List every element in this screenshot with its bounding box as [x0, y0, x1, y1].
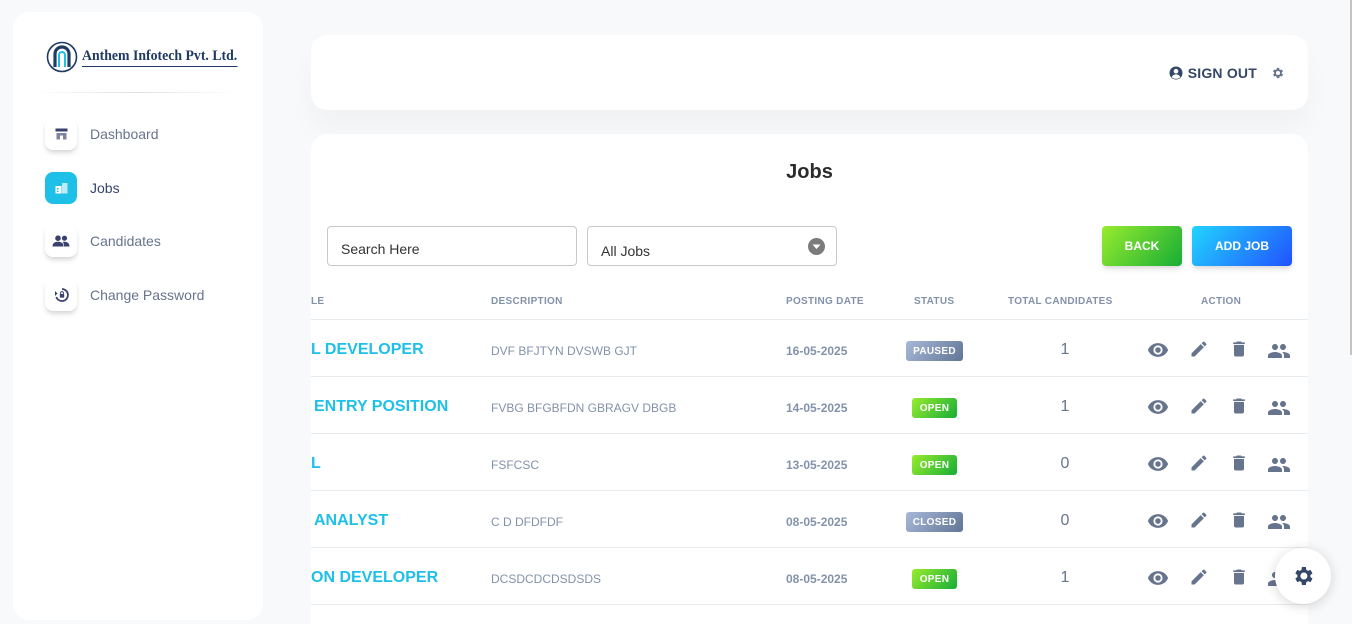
table-body: L DEVELOPER DVF BFJTYN DVSWB GJT 16-05-202… [311, 320, 1308, 605]
status-badge: PAUSED [906, 341, 963, 361]
candidates-icon[interactable] [1267, 396, 1291, 425]
table-header: LE DESCRIPTION POSTING DATE STATUS TOTAL… [311, 284, 1308, 320]
brand-logo[interactable]: Anthem Infotech Pvt. Ltd. [46, 37, 251, 77]
sidebar-nav: Dashboard Jobs Candidates Change Passwor… [45, 118, 245, 332]
row-actions [1147, 510, 1297, 532]
posting-date: 16-05-2025 [786, 344, 848, 358]
delete-icon[interactable] [1229, 453, 1249, 478]
candidates-icon[interactable] [1267, 453, 1291, 482]
posting-date: 08-05-2025 [786, 572, 848, 586]
edit-icon[interactable] [1189, 396, 1209, 421]
job-title-link[interactable]: ON DEVELOPER [311, 569, 438, 587]
job-title-link[interactable]: ANALYST [314, 512, 388, 530]
gear-icon[interactable] [1271, 66, 1285, 85]
page-title: Jobs [786, 161, 833, 183]
job-description: DVF BFJTYN DVSWB GJT [491, 344, 638, 358]
status-badge: OPEN [912, 455, 957, 475]
people-icon [45, 225, 77, 257]
sign-out-label: SIGN OUT [1187, 65, 1257, 81]
brand-name: Anthem Infotech Pvt. Ltd. [82, 48, 238, 67]
sidebar-item-candidates[interactable]: Candidates [45, 225, 245, 257]
candidate-count: 0 [1060, 455, 1070, 472]
sidebar-item-label: Dashboard [90, 126, 159, 142]
candidates-icon[interactable] [1267, 339, 1291, 368]
lock-reset-icon [45, 278, 77, 311]
candidate-count: 1 [1060, 341, 1070, 358]
job-filter-value: All Jobs [601, 243, 651, 259]
back-button[interactable]: BACK [1102, 226, 1182, 266]
settings-fab-button[interactable] [1275, 548, 1331, 604]
view-icon[interactable] [1147, 453, 1169, 480]
delete-icon[interactable] [1229, 396, 1249, 421]
job-description: FVBG BFGBFDN GBRAGV DBGB [491, 401, 677, 415]
office-icon [45, 171, 77, 204]
gear-icon [1295, 567, 1313, 585]
sidebar-item-dashboard[interactable]: Dashboard [45, 118, 245, 150]
jobs-card: Jobs All Jobs BACK ADD JOB LE DESCRIPTIO… [311, 134, 1308, 624]
jobs-table: LE DESCRIPTION POSTING DATE STATUS TOTAL… [311, 284, 1308, 605]
candidate-count: 1 [1060, 398, 1070, 415]
status-badge: OPEN [912, 398, 957, 418]
sidebar-divider [33, 92, 239, 93]
sidebar-item-jobs[interactable]: Jobs [45, 171, 245, 204]
edit-icon[interactable] [1189, 453, 1209, 478]
col-action-header: ACTION [1201, 296, 1242, 307]
top-navbar: SIGN OUT [311, 35, 1308, 110]
col-status-header: STATUS [914, 296, 955, 307]
view-icon[interactable] [1147, 396, 1169, 423]
sidebar-item-label: Jobs [90, 179, 120, 196]
delete-icon[interactable] [1229, 510, 1249, 535]
sidebar-item-label: Candidates [90, 233, 161, 249]
status-badge: OPEN [912, 569, 957, 589]
job-description: DCSDCDCDSDSDS [491, 572, 602, 586]
shop-icon [45, 118, 77, 150]
user-circle-icon [1169, 66, 1183, 80]
job-title-link[interactable]: ENTRY POSITION [314, 398, 448, 416]
job-description: FSFCSC [491, 458, 539, 472]
candidates-icon[interactable] [1267, 510, 1291, 539]
col-total-candidates-header: TOTAL CANDIDATES [1008, 296, 1113, 307]
table-row: ANALYST C D DFDFDF 08-05-2025 CLOSED 0 [311, 491, 1308, 548]
posting-date: 13-05-2025 [786, 458, 848, 472]
edit-icon[interactable] [1189, 567, 1209, 592]
edit-icon[interactable] [1189, 510, 1209, 535]
row-actions [1147, 339, 1297, 361]
col-description-header: DESCRIPTION [491, 296, 563, 307]
row-actions [1147, 453, 1297, 475]
table-row: L DEVELOPER DVF BFJTYN DVSWB GJT 16-05-202… [311, 320, 1308, 377]
sidebar-item-label: Change Password [90, 286, 205, 303]
job-title-link[interactable]: L DEVELOPER [311, 341, 424, 359]
view-icon[interactable] [1147, 510, 1169, 537]
table-row: ENTRY POSITION FVBG BFGBFDN GBRAGV DBGB 14… [311, 377, 1308, 434]
view-icon[interactable] [1147, 567, 1169, 594]
candidate-count: 1 [1060, 569, 1070, 586]
sidebar: Anthem Infotech Pvt. Ltd. Dashboard Jobs… [13, 12, 263, 620]
add-job-button[interactable]: ADD JOB [1192, 226, 1292, 266]
chevron-down-icon [808, 238, 825, 255]
company-logo-icon [46, 41, 78, 73]
candidate-count: 0 [1060, 512, 1070, 529]
status-badge: CLOSED [906, 512, 963, 532]
job-description: C D DFDFDF [491, 515, 563, 529]
table-row: L FSFCSC 13-05-2025 OPEN 0 [311, 434, 1308, 491]
delete-icon[interactable] [1229, 339, 1249, 364]
sign-out-button[interactable]: SIGN OUT [1169, 65, 1257, 81]
col-posting-date-header: POSTING DATE [786, 296, 864, 307]
edit-icon[interactable] [1189, 339, 1209, 364]
posting-date: 08-05-2025 [786, 515, 848, 529]
sidebar-item-change-password[interactable]: Change Password [45, 278, 245, 311]
posting-date: 14-05-2025 [786, 401, 848, 415]
view-icon[interactable] [1147, 339, 1169, 366]
search-input[interactable] [327, 226, 577, 266]
delete-icon[interactable] [1229, 567, 1249, 592]
row-actions [1147, 396, 1297, 418]
table-row: ON DEVELOPER DCSDCDCDSDSDS 08-05-2025 OPEN 1 [311, 548, 1308, 605]
col-title-header: LE [311, 296, 325, 307]
job-filter-select[interactable]: All Jobs [587, 226, 837, 266]
job-title-link[interactable]: L [311, 455, 321, 473]
